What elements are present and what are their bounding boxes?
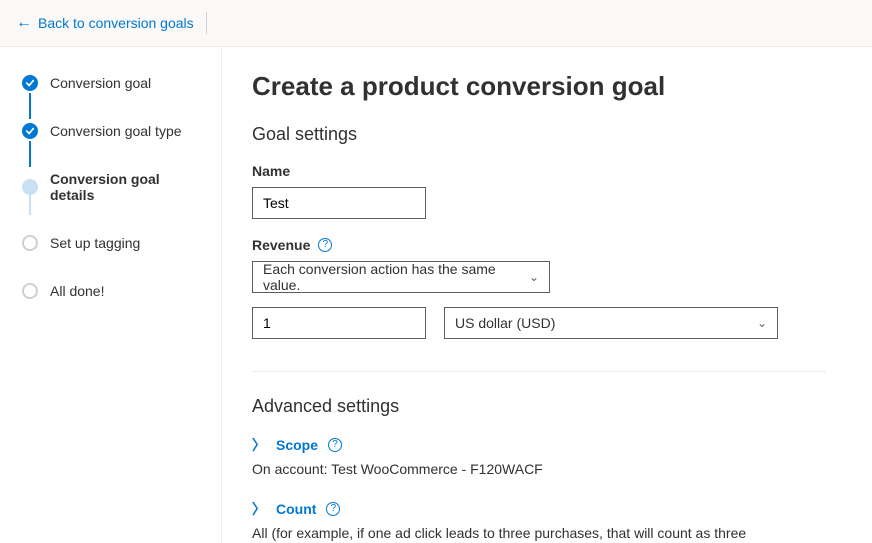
- step-label: Conversion goal: [50, 75, 151, 91]
- advanced-settings-heading: Advanced settings: [252, 396, 826, 417]
- name-label: Name: [252, 163, 826, 179]
- step-label: Conversion goal type: [50, 123, 182, 139]
- scope-toggle[interactable]: 〉 Scope ?: [252, 437, 826, 453]
- chevron-right-icon: 〉: [252, 438, 266, 452]
- divider: [252, 371, 826, 372]
- currency-select[interactable]: US dollar (USD) ⌄: [444, 307, 778, 339]
- page-title: Create a product conversion goal: [252, 71, 826, 102]
- upcoming-step-icon: [22, 235, 38, 251]
- scope-description: On account: Test WooCommerce - F120WACF: [252, 461, 826, 477]
- content-area: Conversion goal Conversion goal type Con…: [0, 47, 872, 543]
- revenue-field-block: Revenue ? Each conversion action has the…: [252, 237, 826, 339]
- back-link[interactable]: ← Back to conversion goals: [16, 15, 194, 31]
- separator: [206, 12, 207, 34]
- top-bar: ← Back to conversion goals: [0, 0, 872, 47]
- step-conversion-goal[interactable]: Conversion goal: [22, 75, 203, 123]
- arrow-left-icon: ←: [16, 15, 32, 31]
- name-input[interactable]: [252, 187, 426, 219]
- revenue-type-select[interactable]: Each conversion action has the same valu…: [252, 261, 550, 293]
- check-icon: [22, 123, 38, 139]
- chevron-right-icon: 〉: [252, 502, 266, 516]
- info-icon[interactable]: ?: [326, 502, 340, 516]
- revenue-type-value: Each conversion action has the same valu…: [263, 261, 529, 293]
- upcoming-step-icon: [22, 283, 38, 299]
- info-icon[interactable]: ?: [318, 238, 332, 252]
- back-label: Back to conversion goals: [38, 15, 194, 31]
- step-label: Conversion goal details: [50, 171, 203, 203]
- chevron-down-icon: ⌄: [529, 270, 539, 284]
- step-label: Set up tagging: [50, 235, 140, 251]
- revenue-amount-input[interactable]: [252, 307, 426, 339]
- name-field-block: Name: [252, 163, 826, 219]
- count-title: Count: [276, 501, 316, 517]
- current-step-icon: [22, 179, 38, 195]
- step-set-up-tagging[interactable]: Set up tagging: [22, 235, 203, 283]
- step-label: All done!: [50, 283, 104, 299]
- currency-value: US dollar (USD): [455, 315, 555, 331]
- scope-section: 〉 Scope ? On account: Test WooCommerce -…: [252, 437, 826, 477]
- revenue-label-text: Revenue: [252, 237, 310, 253]
- goal-settings-heading: Goal settings: [252, 124, 826, 145]
- count-section: 〉 Count ? All (for example, if one ad cl…: [252, 501, 826, 543]
- step-all-done[interactable]: All done!: [22, 283, 203, 299]
- check-icon: [22, 75, 38, 91]
- step-conversion-goal-type[interactable]: Conversion goal type: [22, 123, 203, 171]
- steps-sidebar: Conversion goal Conversion goal type Con…: [0, 47, 222, 543]
- chevron-down-icon: ⌄: [757, 316, 767, 330]
- step-conversion-goal-details[interactable]: Conversion goal details: [22, 171, 203, 235]
- scope-title: Scope: [276, 437, 318, 453]
- revenue-label: Revenue ?: [252, 237, 826, 253]
- count-toggle[interactable]: 〉 Count ?: [252, 501, 826, 517]
- info-icon[interactable]: ?: [328, 438, 342, 452]
- main-panel: Create a product conversion goal Goal se…: [222, 47, 872, 543]
- count-description: All (for example, if one ad click leads …: [252, 525, 826, 543]
